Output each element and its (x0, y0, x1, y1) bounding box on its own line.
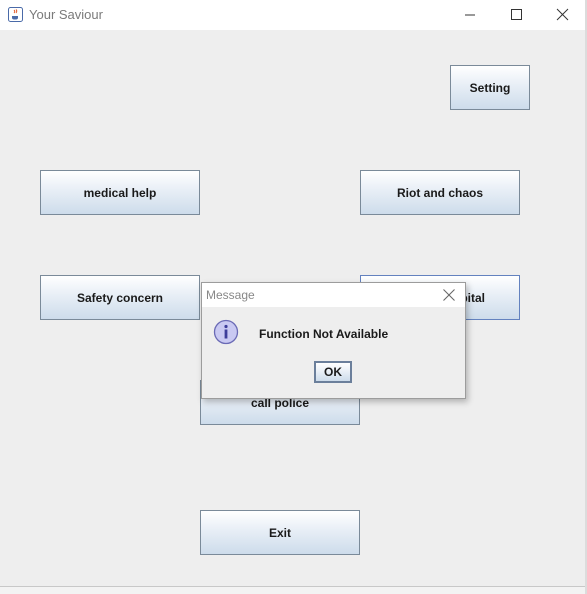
dialog-message: Function Not Available (259, 327, 389, 341)
close-button[interactable] (539, 0, 585, 30)
dialog-title: Message (206, 288, 255, 302)
title-bar[interactable]: Your Saviour (0, 0, 585, 30)
window-title: Your Saviour (29, 7, 103, 22)
exit-button[interactable]: Exit (200, 510, 360, 555)
ok-button[interactable]: OK (314, 361, 352, 383)
maximize-button[interactable] (493, 0, 539, 30)
information-icon (213, 319, 239, 345)
riot-and-chaos-button[interactable]: Riot and chaos (360, 170, 520, 215)
minimize-button[interactable] (447, 0, 493, 30)
message-dialog: Message Function Not Available OK (201, 282, 466, 399)
maximize-icon (511, 9, 522, 20)
java-cup-icon (8, 7, 23, 22)
setting-button[interactable]: Setting (450, 65, 530, 110)
medical-help-button[interactable]: medical help (40, 170, 200, 215)
dialog-title-bar[interactable]: Message (202, 283, 465, 307)
close-icon (556, 8, 569, 21)
minimize-icon (465, 14, 475, 16)
dialog-close-icon[interactable] (442, 288, 456, 302)
safety-concern-button[interactable]: Safety concern (40, 275, 200, 320)
